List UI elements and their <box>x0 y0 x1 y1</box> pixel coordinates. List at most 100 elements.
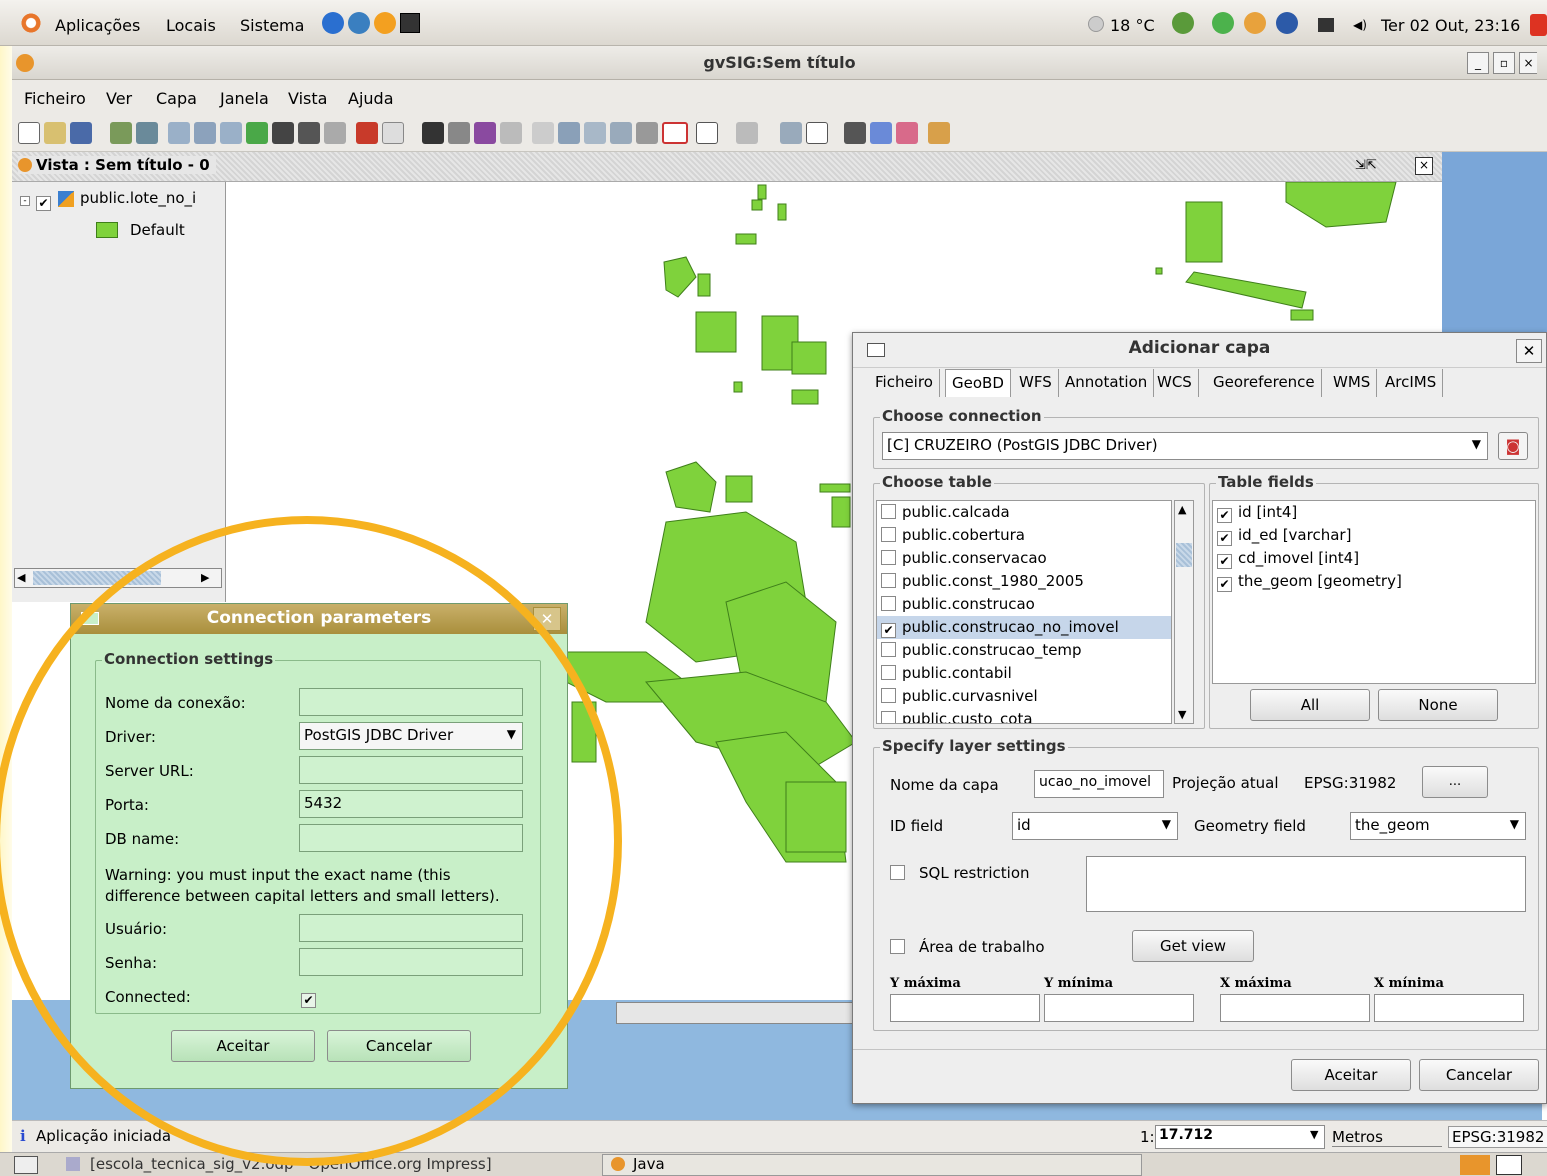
shutdown-icon[interactable] <box>1530 14 1547 36</box>
conn-accept-button[interactable]: Aceitar <box>171 1030 315 1062</box>
menu-janela[interactable]: Janela <box>220 89 269 108</box>
projection-button[interactable]: ... <box>1422 766 1488 798</box>
get-view-button[interactable]: Get view <box>1132 930 1254 962</box>
tab-annotation[interactable]: Annotation <box>1059 369 1155 397</box>
table-item[interactable]: public.construcao_temp <box>877 639 1171 662</box>
zoom-in-icon[interactable] <box>168 122 190 144</box>
volume-icon[interactable]: ◀) <box>1353 18 1373 32</box>
tab-wms[interactable]: WMS <box>1327 369 1378 397</box>
none-button[interactable]: None <box>1378 689 1498 721</box>
sql-checkbox[interactable] <box>890 865 905 880</box>
pan-icon[interactable] <box>382 122 404 144</box>
ymax-input[interactable] <box>890 994 1040 1022</box>
xmax-input[interactable] <box>1220 994 1370 1022</box>
table-item-selected[interactable]: ✔ public.construcao_no_imovel <box>877 616 1171 639</box>
table-list-scrollbar[interactable]: ▲ ▼ <box>1174 500 1194 724</box>
close-button[interactable]: × <box>1519 52 1537 74</box>
id-field-select[interactable]: id ▼ <box>1012 812 1178 840</box>
table-item[interactable]: public.construcao <box>877 593 1171 616</box>
zoom-extent-icon[interactable] <box>298 122 320 144</box>
scroll-thumb[interactable] <box>1176 543 1192 567</box>
work-area[interactable]: Área de trabalho <box>890 938 1045 956</box>
open-icon[interactable] <box>44 122 66 144</box>
units-selector[interactable]: Metros <box>1332 1128 1442 1147</box>
save-icon[interactable] <box>70 122 92 144</box>
refresh-icon[interactable] <box>356 122 378 144</box>
layers-icon[interactable] <box>136 122 158 144</box>
scroll-up-icon[interactable]: ▲ <box>1178 503 1186 516</box>
scroll-right-icon[interactable]: ▶ <box>201 571 209 584</box>
sql-input[interactable] <box>1086 856 1526 912</box>
table-item[interactable]: public.const_1980_2005 <box>877 570 1171 593</box>
table-checkbox[interactable] <box>881 550 896 565</box>
taskbar-java[interactable]: Java <box>602 1154 1142 1176</box>
minimize-button[interactable]: _ <box>1467 52 1489 74</box>
zoom-out-icon[interactable] <box>220 122 242 144</box>
select-poly-icon[interactable] <box>584 122 606 144</box>
collapse-icon[interactable]: - <box>20 196 30 206</box>
table-checkbox[interactable] <box>881 665 896 680</box>
monitor-icon[interactable] <box>1318 18 1334 32</box>
scale-dropdown-icon[interactable]: ▼ <box>1310 1128 1318 1141</box>
all-button[interactable]: All <box>1250 689 1370 721</box>
dialog-close-button[interactable]: ✕ <box>1516 339 1542 363</box>
geometry-field-select[interactable]: the_geom ▼ <box>1350 812 1526 840</box>
conn-close-button[interactable]: ✕ <box>533 607 561 631</box>
hyperlink-icon[interactable] <box>500 122 522 144</box>
zoom-full-icon[interactable] <box>272 122 294 144</box>
update-icon[interactable] <box>1212 12 1234 34</box>
select-icon[interactable] <box>532 122 554 144</box>
user-icon[interactable] <box>1244 12 1266 34</box>
table-item[interactable]: public.custo_cota <box>877 708 1171 723</box>
conn-name-input[interactable] <box>299 688 523 716</box>
terminal-icon[interactable] <box>400 13 420 33</box>
password-input[interactable] <box>299 948 523 976</box>
rectangle-icon[interactable] <box>662 122 688 144</box>
db-name-input[interactable] <box>299 824 523 852</box>
graphics-icon[interactable] <box>696 122 718 144</box>
field-item[interactable]: ✔ id_ed [varchar] <box>1213 524 1535 547</box>
maximize-button[interactable]: ▫ <box>1493 52 1515 74</box>
show-desktop-icon[interactable] <box>14 1156 38 1174</box>
firefox-icon[interactable] <box>374 12 396 34</box>
tab-geobd[interactable]: GeoBD <box>945 369 1011 397</box>
scale-input[interactable]: 17.712 <box>1155 1125 1325 1149</box>
field-item[interactable]: ✔ id [int4] <box>1213 501 1535 524</box>
edit-icon[interactable] <box>928 122 950 144</box>
driver-select[interactable]: PostGIS JDBC Driver ▼ <box>299 722 523 750</box>
scroll-down-icon[interactable]: ▼ <box>1178 708 1186 721</box>
menu-capa[interactable]: Capa <box>156 89 197 108</box>
cancel-button[interactable]: Cancelar <box>1419 1059 1539 1091</box>
work-area-checkbox[interactable] <box>890 939 905 954</box>
menu-applications[interactable]: Aplicações <box>55 16 140 35</box>
table-checkbox[interactable] <box>881 711 896 723</box>
layer-name-input[interactable]: ucao_no_imovel <box>1034 770 1164 798</box>
server-url-input[interactable] <box>299 756 523 784</box>
table-item[interactable]: public.calcada <box>877 501 1171 524</box>
copy-icon[interactable] <box>870 122 892 144</box>
menu-vista[interactable]: Vista <box>288 89 327 108</box>
new-connection-icon[interactable]: ◙ <box>1498 432 1528 460</box>
network-icon[interactable] <box>1172 12 1194 34</box>
connected-checkbox[interactable]: ✔ <box>301 988 322 1008</box>
menu-ver[interactable]: Ver <box>106 89 132 108</box>
taskbar-impress[interactable]: [escola_tecnica_sig_v2.odp - OpenOffice.… <box>66 1155 606 1173</box>
field-item[interactable]: ✔ the_geom [geometry] <box>1213 570 1535 593</box>
table-item[interactable]: public.cobertura <box>877 524 1171 547</box>
accept-button[interactable]: Aceitar <box>1291 1059 1411 1091</box>
table-checkbox[interactable] <box>881 504 896 519</box>
area-icon[interactable] <box>474 122 496 144</box>
clock[interactable]: Ter 02 Out, 23:16 <box>1381 16 1520 35</box>
weather-icon[interactable] <box>1088 16 1104 32</box>
menu-ficheiro[interactable]: Ficheiro <box>24 89 86 108</box>
table-item[interactable]: public.curvasnivel <box>877 685 1171 708</box>
add-layer-icon[interactable] <box>110 122 132 144</box>
info-icon[interactable] <box>422 122 444 144</box>
paste-icon[interactable] <box>896 122 918 144</box>
layer-checkbox[interactable]: ✔ <box>36 191 57 211</box>
menu-system[interactable]: Sistema <box>240 16 304 35</box>
tab-wcs[interactable]: WCS <box>1151 369 1199 397</box>
zoom-layer-icon[interactable] <box>246 122 268 144</box>
table-checkbox[interactable] <box>881 688 896 703</box>
workspace2-icon[interactable] <box>1496 1155 1522 1175</box>
